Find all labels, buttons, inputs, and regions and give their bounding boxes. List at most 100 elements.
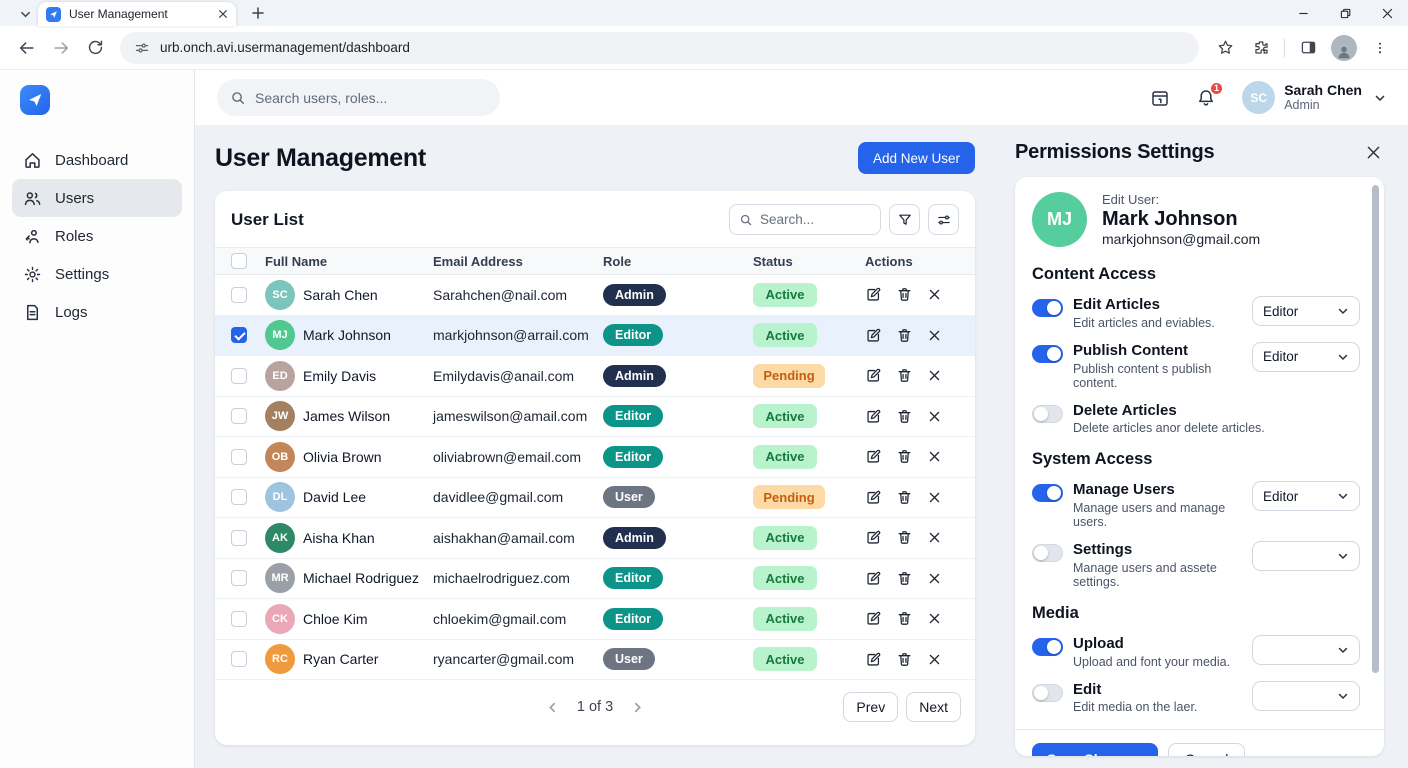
table-row[interactable]: MJ Mark Johnson markjohnson@arrail.com E… bbox=[215, 316, 975, 357]
panel-scrollbar[interactable] bbox=[1372, 185, 1379, 673]
page-prev-chevron-icon[interactable] bbox=[546, 701, 559, 714]
sidebar-item-roles[interactable]: Roles bbox=[12, 217, 182, 255]
profile-menu[interactable]: SC Sarah Chen Admin bbox=[1242, 81, 1386, 114]
dismiss-x-icon[interactable] bbox=[927, 652, 942, 667]
role-select[interactable] bbox=[1252, 681, 1360, 711]
trash-icon[interactable] bbox=[896, 570, 913, 587]
sidebar-item-settings[interactable]: Settings bbox=[12, 255, 182, 293]
trash-icon[interactable] bbox=[896, 327, 913, 344]
bell-icon[interactable]: 1 bbox=[1196, 88, 1216, 108]
dismiss-x-icon[interactable] bbox=[927, 530, 942, 545]
next-button[interactable]: Next bbox=[906, 692, 961, 722]
toggle-switch[interactable] bbox=[1032, 345, 1063, 363]
row-checkbox[interactable] bbox=[231, 530, 247, 546]
role-select[interactable] bbox=[1252, 635, 1360, 665]
select-all-checkbox[interactable] bbox=[231, 253, 247, 269]
edit-icon[interactable] bbox=[865, 651, 882, 668]
table-row[interactable]: SC Sarah Chen Sarahchen@nail.com Admin A… bbox=[215, 275, 975, 316]
table-row[interactable]: CK Chloe Kim chloekim@gmail.com Editor A… bbox=[215, 599, 975, 640]
trash-icon[interactable] bbox=[896, 448, 913, 465]
prev-button[interactable]: Prev bbox=[843, 692, 898, 722]
trash-icon[interactable] bbox=[896, 367, 913, 384]
bookmark-star-icon[interactable] bbox=[1210, 33, 1240, 63]
edit-icon[interactable] bbox=[865, 489, 882, 506]
toggle-switch[interactable] bbox=[1032, 684, 1063, 702]
new-tab-button[interactable] bbox=[246, 1, 270, 25]
table-row[interactable]: JW James Wilson jameswilson@amail.com Ed… bbox=[215, 397, 975, 438]
sidebar-item-logs[interactable]: Logs bbox=[12, 293, 182, 331]
cancel-button[interactable]: Cancel bbox=[1168, 743, 1246, 756]
role-select[interactable]: Editor bbox=[1252, 296, 1360, 326]
trash-icon[interactable] bbox=[896, 529, 913, 546]
edit-icon[interactable] bbox=[865, 327, 882, 344]
app-logo-plane-icon[interactable] bbox=[20, 85, 50, 115]
edit-icon[interactable] bbox=[865, 610, 882, 627]
calendar-icon[interactable] bbox=[1150, 88, 1170, 108]
dismiss-x-icon[interactable] bbox=[927, 449, 942, 464]
edit-icon[interactable] bbox=[865, 286, 882, 303]
table-search-input[interactable] bbox=[760, 212, 870, 227]
dismiss-x-icon[interactable] bbox=[927, 611, 942, 626]
row-checkbox[interactable] bbox=[231, 489, 247, 505]
kebab-menu-icon[interactable] bbox=[1365, 33, 1395, 63]
trash-icon[interactable] bbox=[896, 408, 913, 425]
dismiss-x-icon[interactable] bbox=[927, 287, 942, 302]
browser-tab[interactable]: User Management bbox=[38, 2, 236, 26]
address-bar[interactable]: urb.onch.avi.usermanagement/dashboard bbox=[120, 32, 1199, 64]
dismiss-x-icon[interactable] bbox=[927, 409, 942, 424]
table-row[interactable]: ED Emily Davis Emilydavis@anail.com Admi… bbox=[215, 356, 975, 397]
dismiss-x-icon[interactable] bbox=[927, 571, 942, 586]
toggle-switch[interactable] bbox=[1032, 638, 1063, 656]
role-select[interactable]: Editor bbox=[1252, 481, 1360, 511]
browser-profile-avatar[interactable] bbox=[1329, 33, 1359, 63]
dismiss-x-icon[interactable] bbox=[927, 368, 942, 383]
toggle-switch[interactable] bbox=[1032, 299, 1063, 317]
table-row[interactable]: DL David Lee davidlee@gmail.com User Pen… bbox=[215, 478, 975, 519]
row-checkbox[interactable] bbox=[231, 368, 247, 384]
row-checkbox[interactable] bbox=[231, 651, 247, 667]
table-row[interactable]: OB Olivia Brown oliviabrown@email.com Ed… bbox=[215, 437, 975, 478]
trash-icon[interactable] bbox=[896, 286, 913, 303]
edit-icon[interactable] bbox=[865, 448, 882, 465]
row-checkbox[interactable] bbox=[231, 570, 247, 586]
trash-icon[interactable] bbox=[896, 651, 913, 668]
extensions-puzzle-icon[interactable] bbox=[1246, 33, 1276, 63]
page-next-chevron-icon[interactable] bbox=[631, 701, 644, 714]
back-icon[interactable] bbox=[12, 33, 42, 63]
row-checkbox[interactable] bbox=[231, 287, 247, 303]
trash-icon[interactable] bbox=[896, 610, 913, 627]
tab-search-chevron-icon[interactable] bbox=[14, 3, 36, 25]
window-minimize-icon[interactable] bbox=[1282, 0, 1324, 26]
edit-icon[interactable] bbox=[865, 529, 882, 546]
panel-close-icon[interactable] bbox=[1365, 144, 1382, 161]
dismiss-x-icon[interactable] bbox=[927, 328, 942, 343]
site-info-tune-icon[interactable] bbox=[134, 40, 150, 56]
edit-icon[interactable] bbox=[865, 367, 882, 384]
global-search[interactable] bbox=[217, 79, 500, 116]
row-checkbox[interactable] bbox=[231, 408, 247, 424]
row-checkbox[interactable] bbox=[231, 327, 247, 343]
edit-icon[interactable] bbox=[865, 570, 882, 587]
toggle-switch[interactable] bbox=[1032, 544, 1063, 562]
table-search[interactable] bbox=[729, 204, 881, 235]
role-select[interactable]: Editor bbox=[1252, 342, 1360, 372]
row-checkbox[interactable] bbox=[231, 611, 247, 627]
reload-icon[interactable] bbox=[80, 33, 110, 63]
table-row[interactable]: RC Ryan Carter ryancarter@gmail.com User… bbox=[215, 640, 975, 681]
toggle-switch[interactable] bbox=[1032, 484, 1063, 502]
global-search-input[interactable] bbox=[255, 90, 475, 106]
tab-close-icon[interactable] bbox=[218, 9, 228, 19]
window-restore-icon[interactable] bbox=[1324, 0, 1366, 26]
sidebar-item-dashboard[interactable]: Dashboard bbox=[12, 141, 182, 179]
add-user-button[interactable]: Add New User bbox=[858, 142, 975, 174]
window-close-icon[interactable] bbox=[1366, 0, 1408, 26]
side-panel-icon[interactable] bbox=[1293, 33, 1323, 63]
edit-icon[interactable] bbox=[865, 408, 882, 425]
save-button[interactable]: Save Changes bbox=[1032, 743, 1158, 756]
forward-icon[interactable] bbox=[46, 33, 76, 63]
table-row[interactable]: AK Aisha Khan aishakhan@amail.com Admin … bbox=[215, 518, 975, 559]
sliders-button[interactable] bbox=[928, 204, 959, 235]
role-select[interactable] bbox=[1252, 541, 1360, 571]
table-row[interactable]: MR Michael Rodriguez michaelrodriguez.co… bbox=[215, 559, 975, 600]
toggle-switch[interactable] bbox=[1032, 405, 1063, 423]
